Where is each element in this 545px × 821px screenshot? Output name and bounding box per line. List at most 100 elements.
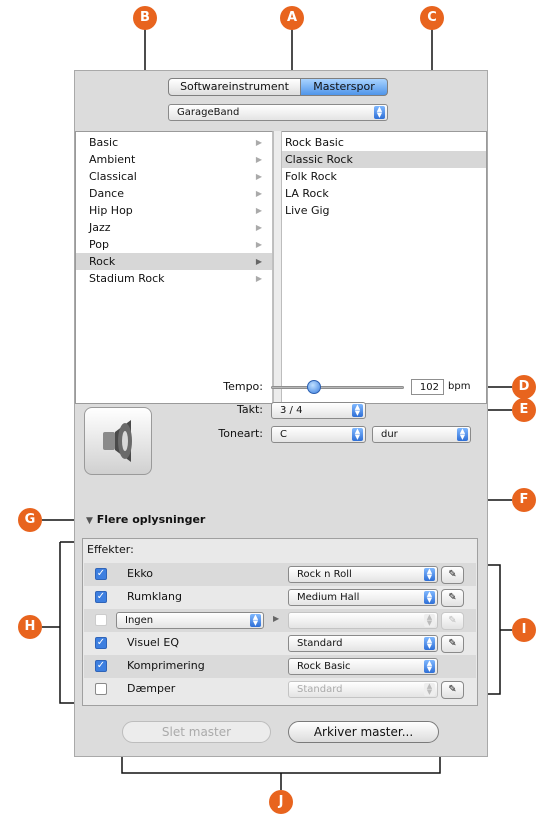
popup-stepper-icon: ▲ ▼ [352, 428, 363, 441]
edit-pencil-icon[interactable]: ✎ [441, 566, 464, 584]
instrument-icon-well[interactable] [84, 407, 152, 475]
rumklang-checkbox[interactable]: ✓ [95, 591, 107, 603]
popup-stepper-icon: ▲ ▼ [424, 683, 435, 696]
tempo-slider-track[interactable] [271, 386, 404, 389]
category-item[interactable]: Jazz ▶ [76, 219, 272, 236]
preset-item-selected[interactable]: Classic Rock [282, 151, 486, 168]
callout-i: I [512, 618, 536, 642]
speaker-icon [103, 420, 132, 462]
key-popup[interactable]: C ▲ ▼ [271, 426, 366, 443]
komprimering-checkbox[interactable]: ✓ [95, 660, 107, 672]
mode-popup[interactable]: dur ▲ ▼ [372, 426, 471, 443]
callout-f: F [512, 488, 536, 512]
preset-item[interactable]: LA Rock [282, 185, 486, 202]
takt-label: Takt: [236, 403, 263, 416]
callout-a: A [280, 6, 304, 30]
category-item[interactable]: Ambient ▶ [76, 151, 272, 168]
chevron-right-icon: ▶ [255, 155, 262, 164]
key-value: C [280, 429, 287, 440]
library-popup[interactable]: GarageBand ▲ ▼ [168, 104, 388, 121]
komprimering-preset-popup[interactable]: Rock Basic ▲ ▼ [288, 658, 438, 675]
popup-stepper-icon: ▲ ▼ [457, 428, 468, 441]
triangle-down-icon: ▼ [86, 516, 93, 526]
popup-stepper-icon: ▲ ▼ [424, 614, 435, 627]
effect-type-popup[interactable]: Ingen ▲ ▼ [116, 612, 264, 629]
tab-software-instrument[interactable]: Softwareinstrument [168, 78, 301, 96]
list-column-divider[interactable] [273, 131, 282, 404]
effect-row-komprimering: ✓ Komprimering Rock Basic ▲ ▼ [84, 655, 476, 678]
ekko-checkbox[interactable]: ✓ [95, 568, 107, 580]
edit-pencil-icon[interactable]: ✎ [441, 635, 464, 653]
category-item[interactable]: Stadium Rock ▶ [76, 270, 272, 287]
effect-name: Rumklang [127, 590, 182, 603]
delete-master-button[interactable]: Slet master [122, 721, 271, 743]
effect-name: Dæmper [127, 682, 176, 695]
rumklang-preset-popup[interactable]: Medium Hall ▲ ▼ [288, 589, 438, 606]
preset-item[interactable]: Live Gig [282, 202, 486, 219]
popup-stepper-icon: ▲ ▼ [374, 106, 385, 119]
slot-checkbox[interactable] [95, 614, 107, 626]
tempo-label: Tempo: [223, 380, 263, 393]
popup-stepper-icon: ▲ ▼ [424, 660, 435, 673]
effects-label: Effekter: [87, 543, 134, 556]
takt-value: 3 / 4 [280, 405, 303, 416]
chevron-right-icon: ▶ [255, 223, 262, 232]
save-master-button[interactable]: Arkiver master... [288, 721, 439, 743]
tempo-field[interactable]: 102 [411, 379, 444, 395]
tempo-slider-knob[interactable] [307, 380, 321, 394]
details-disclosure[interactable]: ▼ Flere oplysninger [86, 513, 205, 526]
chevron-right-icon: ▶ [255, 138, 262, 147]
mode-value: dur [381, 429, 398, 440]
tab-master-track[interactable]: Masterspor [300, 78, 388, 96]
category-item[interactable]: Hip Hop ▶ [76, 202, 272, 219]
effect-row-daemper: Dæmper Standard ▲ ▼ ✎ [84, 678, 476, 701]
effect-name: Komprimering [127, 659, 205, 672]
category-item[interactable]: Dance ▶ [76, 185, 272, 202]
preset-item[interactable]: Rock Basic [282, 134, 486, 151]
edit-pencil-icon[interactable]: ✎ [441, 681, 464, 699]
popup-stepper-icon: ▲ ▼ [424, 568, 435, 581]
callout-e: E [512, 398, 536, 422]
callout-j: J [269, 790, 293, 814]
ekko-preset-popup[interactable]: Rock n Roll ▲ ▼ [288, 566, 438, 583]
takt-popup[interactable]: 3 / 4 ▲ ▼ [271, 402, 366, 419]
category-list[interactable]: Basic ▶ Ambient ▶ Classical ▶ Dance ▶ Hip Ho… [75, 131, 273, 404]
effect-name: Visuel EQ [127, 636, 179, 649]
toneart-label: Toneart: [218, 427, 263, 440]
popup-stepper-icon: ▲ ▼ [424, 637, 435, 650]
callout-d: D [512, 375, 536, 399]
category-item[interactable]: Pop ▶ [76, 236, 272, 253]
chevron-right-icon: ▶ [255, 189, 262, 198]
category-item[interactable]: Classical ▶ [76, 168, 272, 185]
chevron-right-icon: ▶ [255, 172, 262, 181]
daemper-preset-popup[interactable]: Standard ▲ ▼ [288, 681, 438, 698]
chevron-right-icon: ▶ [255, 206, 262, 215]
callout-g: G [18, 508, 42, 532]
effect-row-visuel-eq: ✓ Visuel EQ Standard ▲ ▼ ✎ [84, 632, 476, 655]
popup-stepper-icon: ▲ ▼ [424, 591, 435, 604]
visuel-eq-preset-popup[interactable]: Standard ▲ ▼ [288, 635, 438, 652]
effect-row-ekko: ✓ Ekko Rock n Roll ▲ ▼ ✎ [84, 563, 476, 586]
edit-pencil-icon[interactable]: ✎ [441, 589, 464, 607]
details-label: Flere oplysninger [96, 513, 206, 526]
chevron-right-icon: ▶ [255, 240, 262, 249]
effect-row-rumklang: ✓ Rumklang Medium Hall ▲ ▼ ✎ [84, 586, 476, 609]
callout-c: C [420, 6, 444, 30]
preset-item[interactable]: Folk Rock [282, 168, 486, 185]
callout-h: H [18, 615, 42, 639]
effect-row-slot: Ingen ▲ ▼ ▶ ▲ ▼ ✎ [84, 609, 476, 632]
preset-list[interactable]: Rock Basic Classic Rock Folk Rock LA Roc… [282, 131, 487, 404]
callout-b: B [133, 6, 157, 30]
chevron-right-icon: ▶ [255, 274, 262, 283]
popup-stepper-icon: ▲ ▼ [250, 614, 261, 627]
edit-pencil-icon[interactable]: ✎ [441, 612, 464, 630]
tempo-unit: bpm [448, 381, 471, 392]
category-item[interactable]: Basic ▶ [76, 134, 272, 151]
library-popup-value: GarageBand [177, 107, 240, 118]
visuel-eq-checkbox[interactable]: ✓ [95, 637, 107, 649]
category-item-selected[interactable]: Rock ▶ [76, 253, 272, 270]
slot-preset-popup[interactable]: ▲ ▼ [288, 612, 438, 629]
play-triangle-icon: ▶ [273, 614, 280, 623]
daemper-checkbox[interactable] [95, 683, 107, 695]
popup-stepper-icon: ▲ ▼ [352, 404, 363, 417]
